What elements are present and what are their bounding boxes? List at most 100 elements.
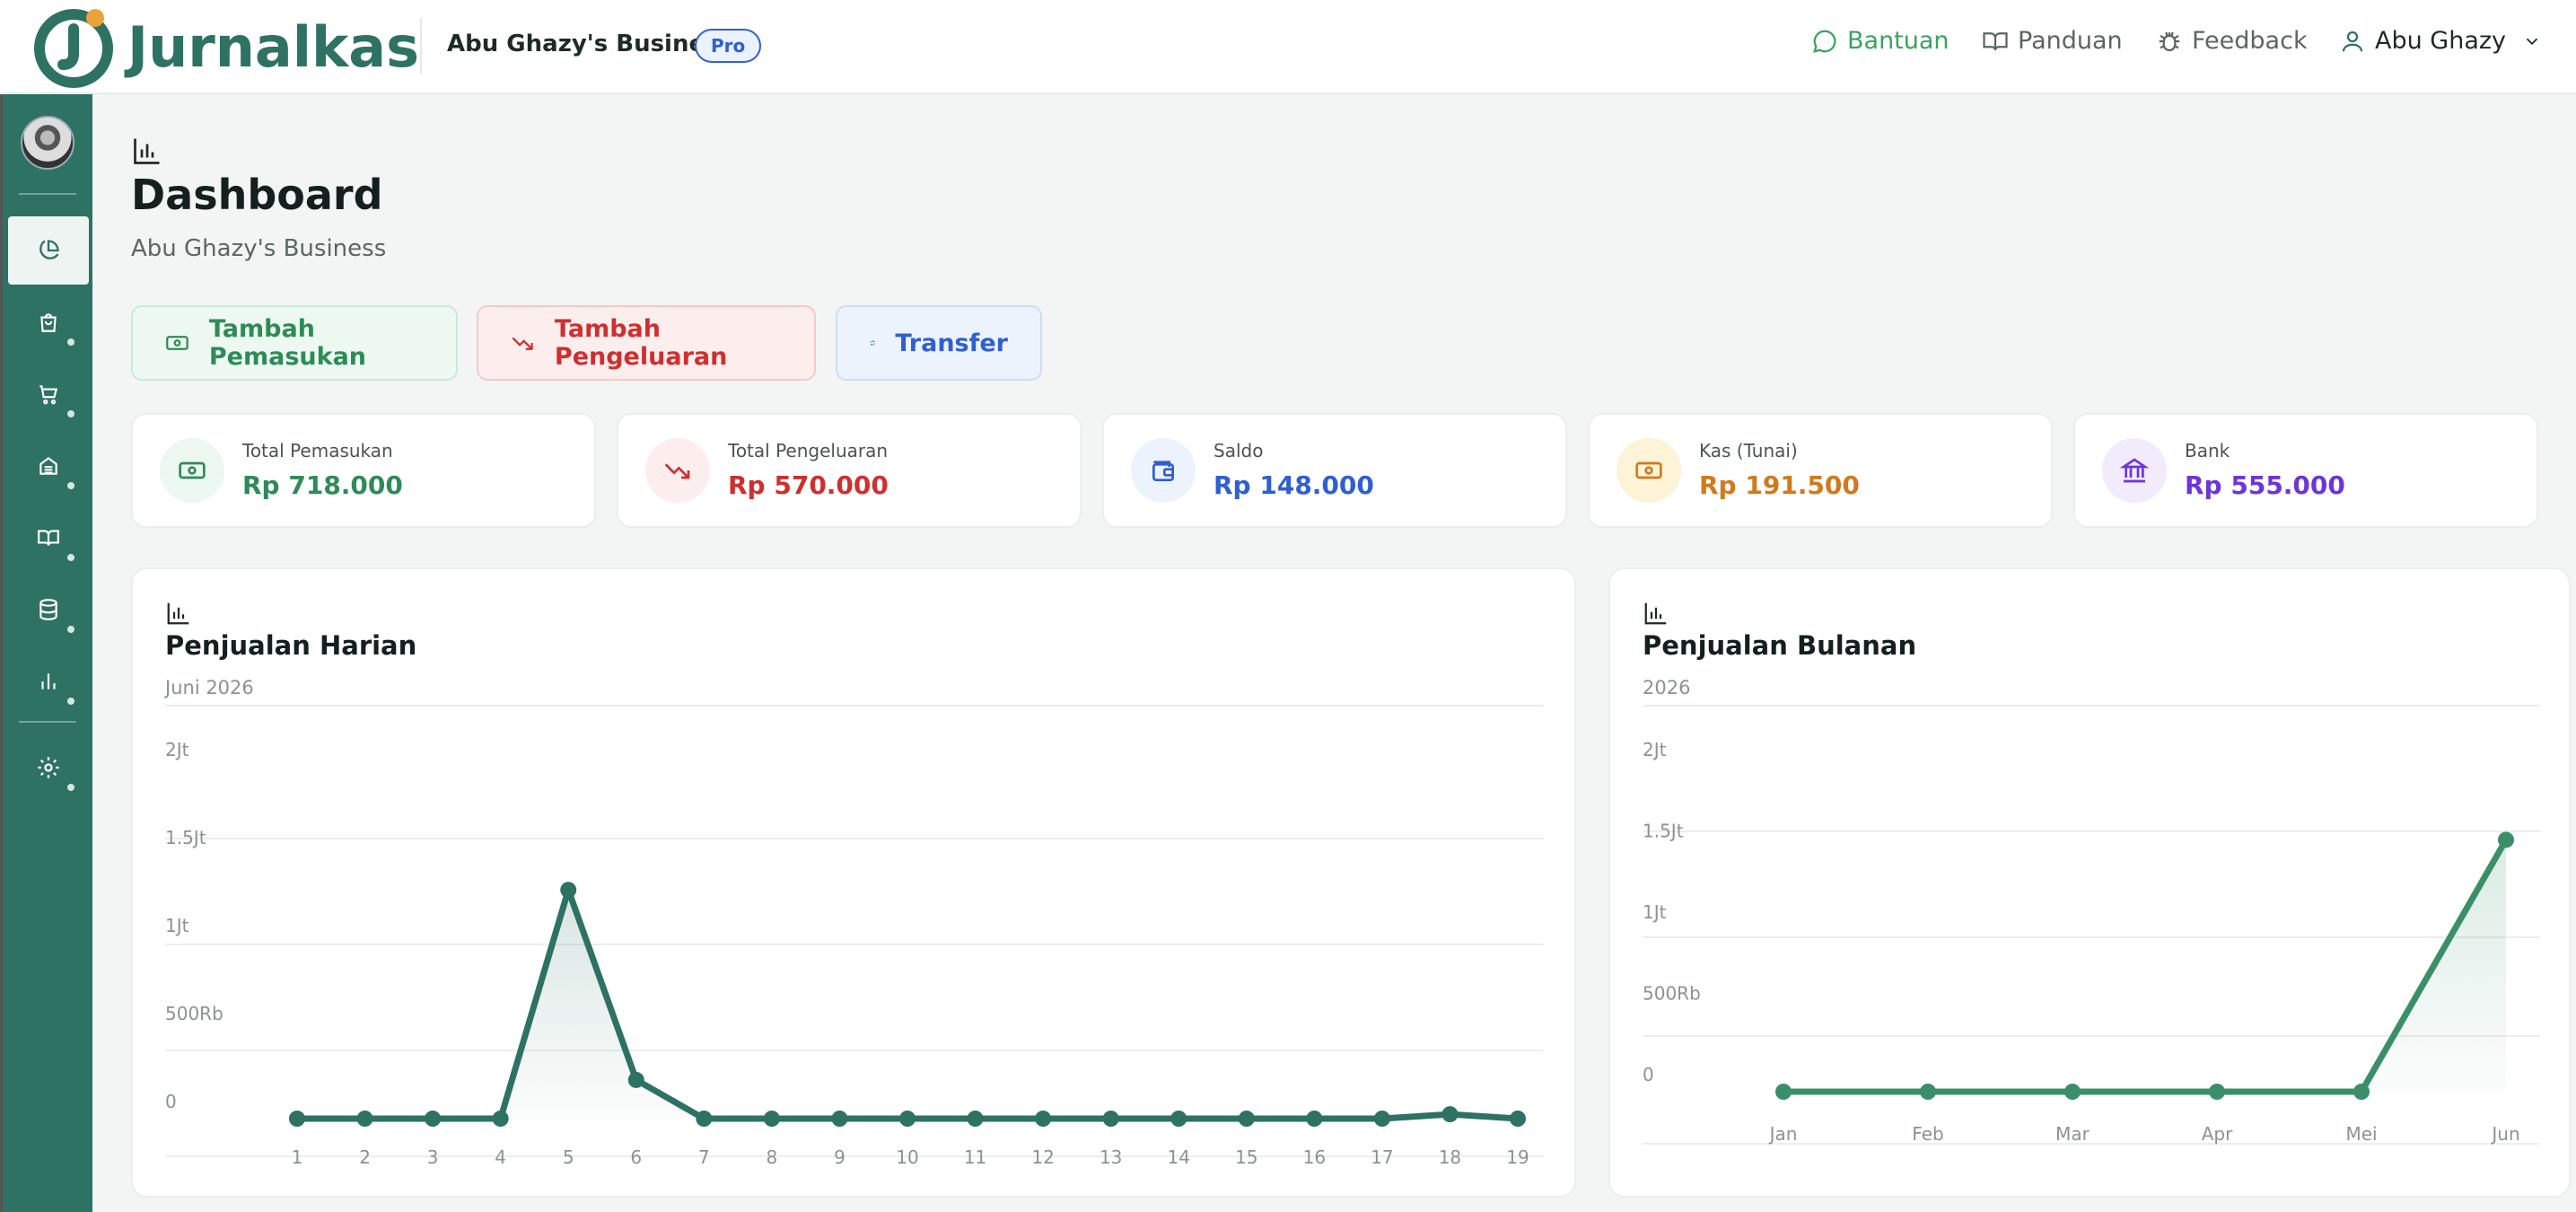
book-icon: [38, 530, 59, 546]
money-icon: [166, 336, 188, 350]
y-tick-label: 2Jt: [165, 739, 189, 760]
data-point: [831, 1111, 848, 1127]
x-tick-label: 10: [896, 1146, 918, 1168]
bar-chart-icon: [134, 138, 160, 164]
chat-bubble-icon: [1813, 30, 1836, 53]
shopping-bag-icon: [40, 313, 57, 332]
sidebar-item-settings[interactable]: [8, 733, 89, 802]
stat-value: Rp 555.000: [2185, 470, 2345, 500]
y-tick-label: 1.5Jt: [165, 827, 206, 848]
x-tick-label: 7: [698, 1146, 710, 1168]
user-menu[interactable]: Abu Ghazy: [2339, 27, 2542, 55]
sidebar-item-purchases[interactable]: [8, 360, 89, 428]
sidebar-dot: [67, 482, 74, 489]
x-tick-label: 5: [563, 1146, 574, 1168]
data-point: [1373, 1111, 1390, 1127]
sidebar-item-sales[interactable]: [8, 288, 89, 356]
sidebar-item-journal[interactable]: [8, 504, 89, 572]
series-area: [1783, 839, 2506, 1092]
transfer-button[interactable]: Transfer: [836, 305, 1042, 381]
x-tick-label: 6: [630, 1146, 642, 1168]
x-tick-label: 19: [1506, 1146, 1529, 1168]
stat-value: Rp 148.000: [1214, 470, 1374, 500]
guide-link[interactable]: Panduan: [1982, 27, 2123, 55]
stat-label: Total Pengeluaran: [728, 440, 889, 461]
user-icon: [2342, 31, 2363, 51]
sidebar-item-inventory[interactable]: [8, 432, 89, 500]
x-tick-label: 13: [1100, 1146, 1122, 1168]
book-open-icon: [1983, 31, 2008, 50]
sidebar-item-reports[interactable]: [8, 647, 89, 716]
data-point: [425, 1111, 442, 1127]
series-line: [297, 886, 1519, 1122]
sidebar-dot: [67, 626, 74, 633]
chart-plot: 0500Rb1Jt1.5Jt2Jt1 2 3 4 5 6 7 8 9 10 11 12 13 14 15 16…: [165, 705, 1544, 1168]
bug-icon: [2159, 31, 2180, 51]
x-tick-label: Mei: [2345, 1123, 2377, 1145]
business-name[interactable]: Abu Ghazy's Business: [447, 31, 732, 57]
cash-icon: [1617, 438, 1681, 503]
sidebar-dot: [67, 554, 74, 561]
x-tick-label: 12: [1031, 1146, 1054, 1168]
top-bar: Jurnalkas Abu Ghazy's Business Pro Bantu…: [0, 0, 2576, 94]
x-tick-label: Apr: [2202, 1123, 2233, 1145]
refresh-icon: [870, 340, 875, 346]
x-tick-label: Jan: [1768, 1123, 1798, 1145]
app-logo[interactable]: Jurnalkas: [32, 5, 419, 88]
y-tick-label: 0: [165, 1091, 177, 1112]
stat-card-cash: Kas (Tunai) Rp 191.500: [1588, 413, 2053, 528]
chart-plot: 0 500Rb 1Jt 1.5Jt 2Jt Jan Feb Mar Apr Mei Jun: [1643, 705, 2540, 1145]
user-name: Abu Ghazy: [2375, 27, 2507, 55]
data-point: [763, 1111, 780, 1127]
data-point: [967, 1111, 984, 1127]
divider: [420, 18, 422, 74]
feedback-link[interactable]: Feedback: [2156, 27, 2308, 55]
data-point: [356, 1111, 373, 1127]
chevron-down-icon: [2526, 38, 2538, 45]
stat-card-balance: Saldo Rp 148.000: [1102, 413, 1567, 528]
avatar[interactable]: [21, 116, 74, 170]
sidebar-item-dashboard[interactable]: [8, 216, 89, 285]
sidebar-divider: [19, 721, 76, 723]
feedback-label: Feedback: [2192, 27, 2308, 55]
x-tick-label: 18: [1439, 1146, 1461, 1168]
y-tick-label: 1Jt: [1643, 901, 1667, 923]
add-expense-button[interactable]: Tambah Pengeluaran: [477, 305, 816, 381]
add-income-label: Tambah Pemasukan: [208, 315, 367, 371]
page-subtitle: Abu Ghazy's Business: [131, 235, 387, 262]
bank-icon: [2102, 438, 2167, 503]
stat-value: Rp 570.000: [728, 470, 889, 500]
stat-value: Rp 191.500: [1699, 470, 1860, 500]
x-tick-label: 4: [495, 1146, 506, 1168]
x-tick-label: 16: [1303, 1146, 1326, 1168]
help-label: Bantuan: [1847, 27, 1950, 55]
x-tick-label: 8: [767, 1146, 778, 1168]
x-tick-label: 2: [359, 1146, 371, 1168]
x-tick-label: 3: [427, 1146, 439, 1168]
data-point: [1441, 1106, 1459, 1123]
x-tick-label: Feb: [1912, 1123, 1943, 1145]
help-link[interactable]: Bantuan: [1811, 27, 1950, 55]
add-income-button[interactable]: Tambah Pemasukan: [131, 305, 458, 381]
series-area: [297, 890, 1518, 1119]
stat-label: Saldo: [1214, 440, 1264, 461]
data-point: [899, 1111, 916, 1127]
page-title: Dashboard: [131, 171, 383, 219]
data-point: [1238, 1111, 1255, 1127]
data-point: [1510, 1111, 1526, 1127]
sidebar-dot: [67, 410, 74, 417]
x-tick-label: 1: [292, 1146, 303, 1168]
trending-down-icon: [512, 337, 533, 350]
x-tick-label: 9: [834, 1146, 846, 1168]
add-expense-label: Tambah Pengeluaran: [554, 315, 728, 371]
money-icon: [160, 438, 224, 503]
data-point: [627, 1071, 644, 1088]
database-icon: [39, 599, 57, 620]
sidebar-dot: [67, 698, 74, 705]
settings-icon: [38, 757, 59, 778]
data-point: [1306, 1111, 1323, 1127]
sidebar-item-data[interactable]: [8, 575, 89, 644]
stat-label: Kas (Tunai): [1699, 440, 1798, 461]
x-tick-label: 11: [964, 1146, 986, 1168]
transfer-label: Transfer: [895, 329, 1008, 357]
